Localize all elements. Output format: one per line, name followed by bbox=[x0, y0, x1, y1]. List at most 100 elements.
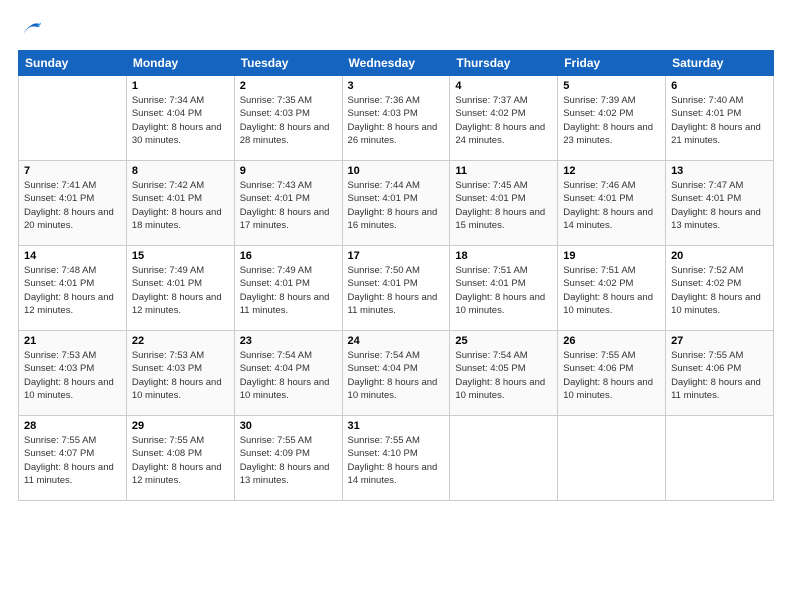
calendar-week-5: 28Sunrise: 7:55 AMSunset: 4:07 PMDayligh… bbox=[19, 416, 774, 501]
day-info: Sunrise: 7:54 AMSunset: 4:05 PMDaylight:… bbox=[455, 349, 552, 402]
day-number: 14 bbox=[24, 250, 121, 262]
day-info: Sunrise: 7:36 AMSunset: 4:03 PMDaylight:… bbox=[348, 94, 445, 147]
day-info: Sunrise: 7:54 AMSunset: 4:04 PMDaylight:… bbox=[240, 349, 337, 402]
day-info: Sunrise: 7:40 AMSunset: 4:01 PMDaylight:… bbox=[671, 94, 768, 147]
day-info: Sunrise: 7:35 AMSunset: 4:03 PMDaylight:… bbox=[240, 94, 337, 147]
day-number: 3 bbox=[348, 80, 445, 92]
calendar-cell: 26Sunrise: 7:55 AMSunset: 4:06 PMDayligh… bbox=[558, 331, 666, 416]
calendar-cell: 23 Sunrise: 7:54 AMSunset: 4:04 PMDayligh… bbox=[234, 331, 342, 416]
day-number: 15 bbox=[132, 250, 229, 262]
day-number: 9 bbox=[240, 165, 337, 177]
day-info: Sunrise: 7:48 AMSunset: 4:01 PMDaylight:… bbox=[24, 264, 121, 317]
day-number: 2 bbox=[240, 80, 337, 92]
calendar-cell: 10Sunrise: 7:44 AMSunset: 4:01 PMDayligh… bbox=[342, 161, 450, 246]
day-info: Sunrise: 7:55 AMSunset: 4:06 PMDaylight:… bbox=[563, 349, 660, 402]
weekday-header-thursday: Thursday bbox=[450, 51, 558, 76]
header bbox=[18, 18, 774, 40]
day-info: Sunrise: 7:51 AMSunset: 4:02 PMDaylight:… bbox=[563, 264, 660, 317]
day-number: 30 bbox=[240, 420, 337, 432]
day-info: Sunrise: 7:49 AMSunset: 4:01 PMDaylight:… bbox=[240, 264, 337, 317]
calendar-cell bbox=[19, 76, 127, 161]
weekday-header-monday: Monday bbox=[126, 51, 234, 76]
day-number: 5 bbox=[563, 80, 660, 92]
day-number: 16 bbox=[240, 250, 337, 262]
day-info: Sunrise: 7:39 AMSunset: 4:02 PMDaylight:… bbox=[563, 94, 660, 147]
calendar-cell: 2 Sunrise: 7:35 AMSunset: 4:03 PMDaylight… bbox=[234, 76, 342, 161]
day-info: Sunrise: 7:37 AMSunset: 4:02 PMDaylight:… bbox=[455, 94, 552, 147]
calendar-cell: 15Sunrise: 7:49 AMSunset: 4:01 PMDayligh… bbox=[126, 246, 234, 331]
day-info: Sunrise: 7:52 AMSunset: 4:02 PMDaylight:… bbox=[671, 264, 768, 317]
calendar-cell: 9 Sunrise: 7:43 AMSunset: 4:01 PMDaylight… bbox=[234, 161, 342, 246]
calendar-header-row: SundayMondayTuesdayWednesdayThursdayFrid… bbox=[19, 51, 774, 76]
calendar-table: SundayMondayTuesdayWednesdayThursdayFrid… bbox=[18, 50, 774, 501]
day-info: Sunrise: 7:55 AMSunset: 4:10 PMDaylight:… bbox=[348, 434, 445, 487]
weekday-header-tuesday: Tuesday bbox=[234, 51, 342, 76]
calendar-cell: 5 Sunrise: 7:39 AMSunset: 4:02 PMDaylight… bbox=[558, 76, 666, 161]
day-info: Sunrise: 7:54 AMSunset: 4:04 PMDaylight:… bbox=[348, 349, 445, 402]
calendar-week-2: 7Sunrise: 7:41 AMSunset: 4:01 PMDaylight… bbox=[19, 161, 774, 246]
day-number: 8 bbox=[132, 165, 229, 177]
day-number: 17 bbox=[348, 250, 445, 262]
day-info: Sunrise: 7:47 AMSunset: 4:01 PMDaylight:… bbox=[671, 179, 768, 232]
day-number: 12 bbox=[563, 165, 660, 177]
day-info: Sunrise: 7:50 AMSunset: 4:01 PMDaylight:… bbox=[348, 264, 445, 317]
calendar-cell: 19 Sunrise: 7:51 AMSunset: 4:02 PMDayligh… bbox=[558, 246, 666, 331]
calendar-cell: 7Sunrise: 7:41 AMSunset: 4:01 PMDaylight… bbox=[19, 161, 127, 246]
day-info: Sunrise: 7:55 AMSunset: 4:08 PMDaylight:… bbox=[132, 434, 229, 487]
calendar-cell: 16 Sunrise: 7:49 AMSunset: 4:01 PMDayligh… bbox=[234, 246, 342, 331]
calendar-cell: 17 Sunrise: 7:50 AMSunset: 4:01 PMDayligh… bbox=[342, 246, 450, 331]
calendar-week-3: 14 Sunrise: 7:48 AMSunset: 4:01 PMDayligh… bbox=[19, 246, 774, 331]
day-number: 20 bbox=[671, 250, 768, 262]
calendar-cell: 8 Sunrise: 7:42 AMSunset: 4:01 PMDaylight… bbox=[126, 161, 234, 246]
day-number: 22 bbox=[132, 335, 229, 347]
day-number: 6 bbox=[671, 80, 768, 92]
calendar-cell: 12 Sunrise: 7:46 AMSunset: 4:01 PMDayligh… bbox=[558, 161, 666, 246]
calendar-cell: 28Sunrise: 7:55 AMSunset: 4:07 PMDayligh… bbox=[19, 416, 127, 501]
day-number: 24 bbox=[348, 335, 445, 347]
day-number: 11 bbox=[455, 165, 552, 177]
day-number: 19 bbox=[563, 250, 660, 262]
day-number: 23 bbox=[240, 335, 337, 347]
day-number: 4 bbox=[455, 80, 552, 92]
calendar-cell: 21 Sunrise: 7:53 AMSunset: 4:03 PMDayligh… bbox=[19, 331, 127, 416]
weekday-header-friday: Friday bbox=[558, 51, 666, 76]
calendar-cell: 13 Sunrise: 7:47 AMSunset: 4:01 PMDayligh… bbox=[666, 161, 774, 246]
calendar-cell: 4 Sunrise: 7:37 AMSunset: 4:02 PMDaylight… bbox=[450, 76, 558, 161]
calendar-cell: 6 Sunrise: 7:40 AMSunset: 4:01 PMDaylight… bbox=[666, 76, 774, 161]
day-info: Sunrise: 7:34 AMSunset: 4:04 PMDaylight:… bbox=[132, 94, 229, 147]
day-info: Sunrise: 7:55 AMSunset: 4:06 PMDaylight:… bbox=[671, 349, 768, 402]
weekday-header-wednesday: Wednesday bbox=[342, 51, 450, 76]
day-info: Sunrise: 7:53 AMSunset: 4:03 PMDaylight:… bbox=[132, 349, 229, 402]
calendar-cell: 24 Sunrise: 7:54 AMSunset: 4:04 PMDayligh… bbox=[342, 331, 450, 416]
day-number: 29 bbox=[132, 420, 229, 432]
calendar-cell bbox=[558, 416, 666, 501]
day-number: 31 bbox=[348, 420, 445, 432]
calendar-week-4: 21 Sunrise: 7:53 AMSunset: 4:03 PMDayligh… bbox=[19, 331, 774, 416]
day-number: 13 bbox=[671, 165, 768, 177]
day-info: Sunrise: 7:43 AMSunset: 4:01 PMDaylight:… bbox=[240, 179, 337, 232]
day-number: 7 bbox=[24, 165, 121, 177]
calendar-cell: 3 Sunrise: 7:36 AMSunset: 4:03 PMDaylight… bbox=[342, 76, 450, 161]
day-number: 25 bbox=[455, 335, 552, 347]
calendar-week-1: 1 Sunrise: 7:34 AMSunset: 4:04 PMDaylight… bbox=[19, 76, 774, 161]
calendar-cell bbox=[666, 416, 774, 501]
calendar-cell: 25 Sunrise: 7:54 AMSunset: 4:05 PMDayligh… bbox=[450, 331, 558, 416]
day-info: Sunrise: 7:42 AMSunset: 4:01 PMDaylight:… bbox=[132, 179, 229, 232]
calendar-cell: 22 Sunrise: 7:53 AMSunset: 4:03 PMDayligh… bbox=[126, 331, 234, 416]
day-number: 21 bbox=[24, 335, 121, 347]
calendar-cell: 29 Sunrise: 7:55 AMSunset: 4:08 PMDayligh… bbox=[126, 416, 234, 501]
weekday-header-sunday: Sunday bbox=[19, 51, 127, 76]
logo bbox=[18, 18, 42, 40]
calendar-cell: 14 Sunrise: 7:48 AMSunset: 4:01 PMDayligh… bbox=[19, 246, 127, 331]
day-info: Sunrise: 7:51 AMSunset: 4:01 PMDaylight:… bbox=[455, 264, 552, 317]
day-number: 28 bbox=[24, 420, 121, 432]
weekday-header-saturday: Saturday bbox=[666, 51, 774, 76]
day-number: 18 bbox=[455, 250, 552, 262]
day-info: Sunrise: 7:55 AMSunset: 4:09 PMDaylight:… bbox=[240, 434, 337, 487]
calendar-cell: 20 Sunrise: 7:52 AMSunset: 4:02 PMDayligh… bbox=[666, 246, 774, 331]
day-number: 10 bbox=[348, 165, 445, 177]
calendar-cell: 27Sunrise: 7:55 AMSunset: 4:06 PMDayligh… bbox=[666, 331, 774, 416]
day-info: Sunrise: 7:53 AMSunset: 4:03 PMDaylight:… bbox=[24, 349, 121, 402]
day-info: Sunrise: 7:46 AMSunset: 4:01 PMDaylight:… bbox=[563, 179, 660, 232]
day-number: 1 bbox=[132, 80, 229, 92]
